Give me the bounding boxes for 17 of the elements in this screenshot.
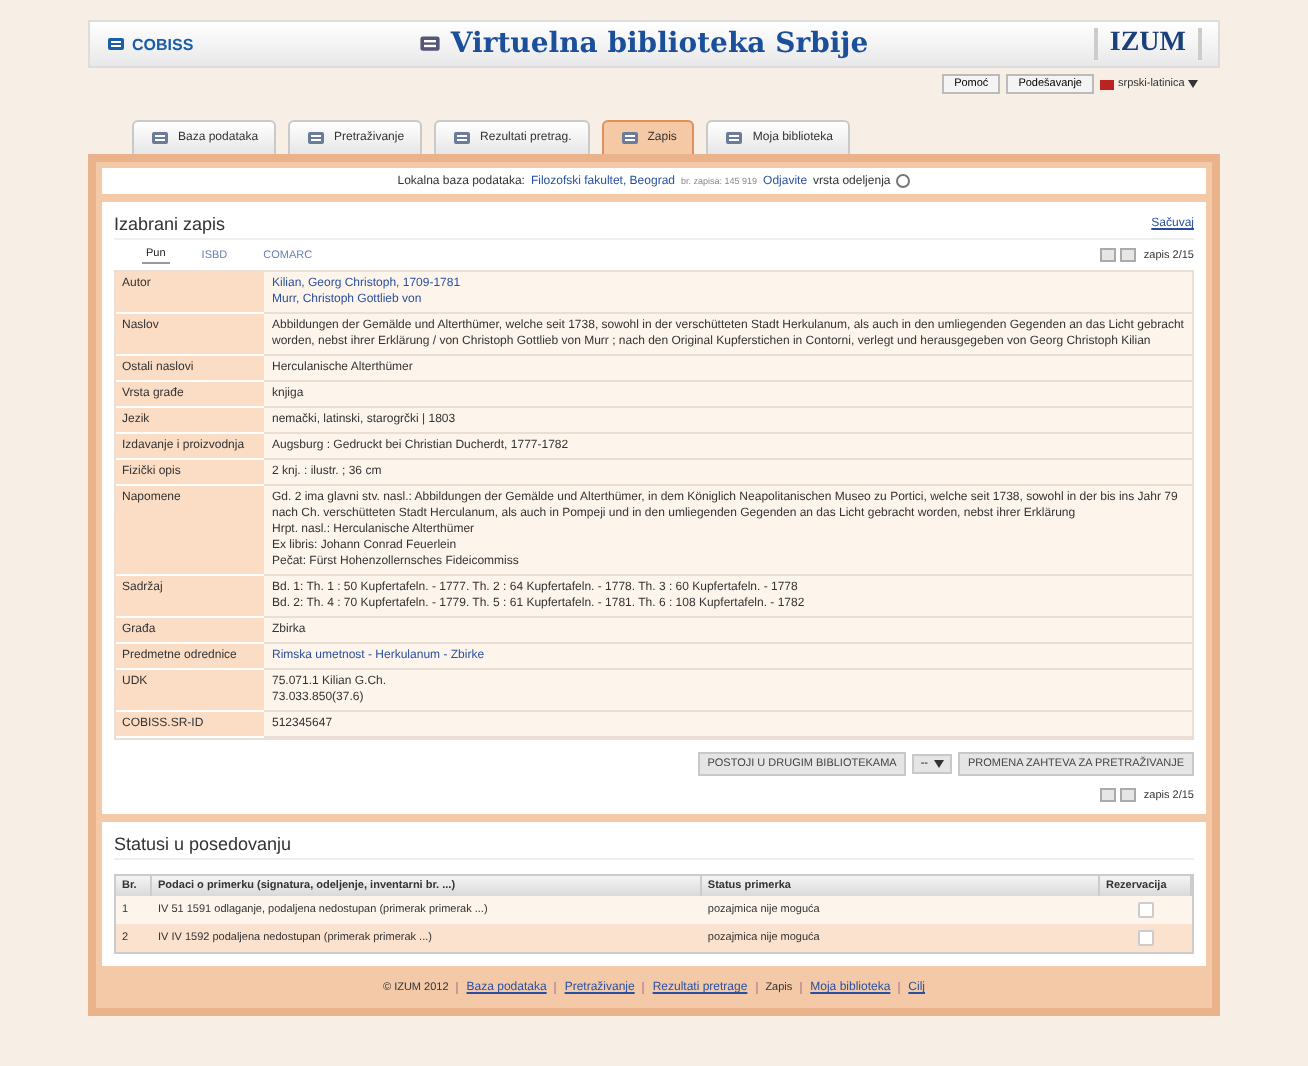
next-button[interactable]	[1119, 788, 1136, 802]
previous-button[interactable]	[1099, 788, 1116, 802]
logo-icon	[106, 36, 126, 52]
caret-icon	[934, 760, 945, 768]
card-title: Izabrani zapis	[114, 214, 226, 234]
flag-icon	[1100, 79, 1114, 89]
caret-icon	[1188, 80, 1199, 88]
help-icon[interactable]	[896, 174, 911, 188]
card-title: Statusi u posedovanju	[114, 834, 292, 854]
reserve-checkbox[interactable]	[1138, 930, 1154, 946]
list-icon	[452, 130, 473, 146]
reserve-checkbox[interactable]	[1138, 902, 1154, 918]
site-title: Virtuelna biblioteka Srbije	[450, 28, 869, 60]
next-button[interactable]	[1119, 248, 1136, 262]
previous-button[interactable]	[1099, 248, 1116, 262]
brand-logo: IZUM	[1093, 28, 1202, 60]
logo-text: COBISS	[132, 35, 194, 53]
